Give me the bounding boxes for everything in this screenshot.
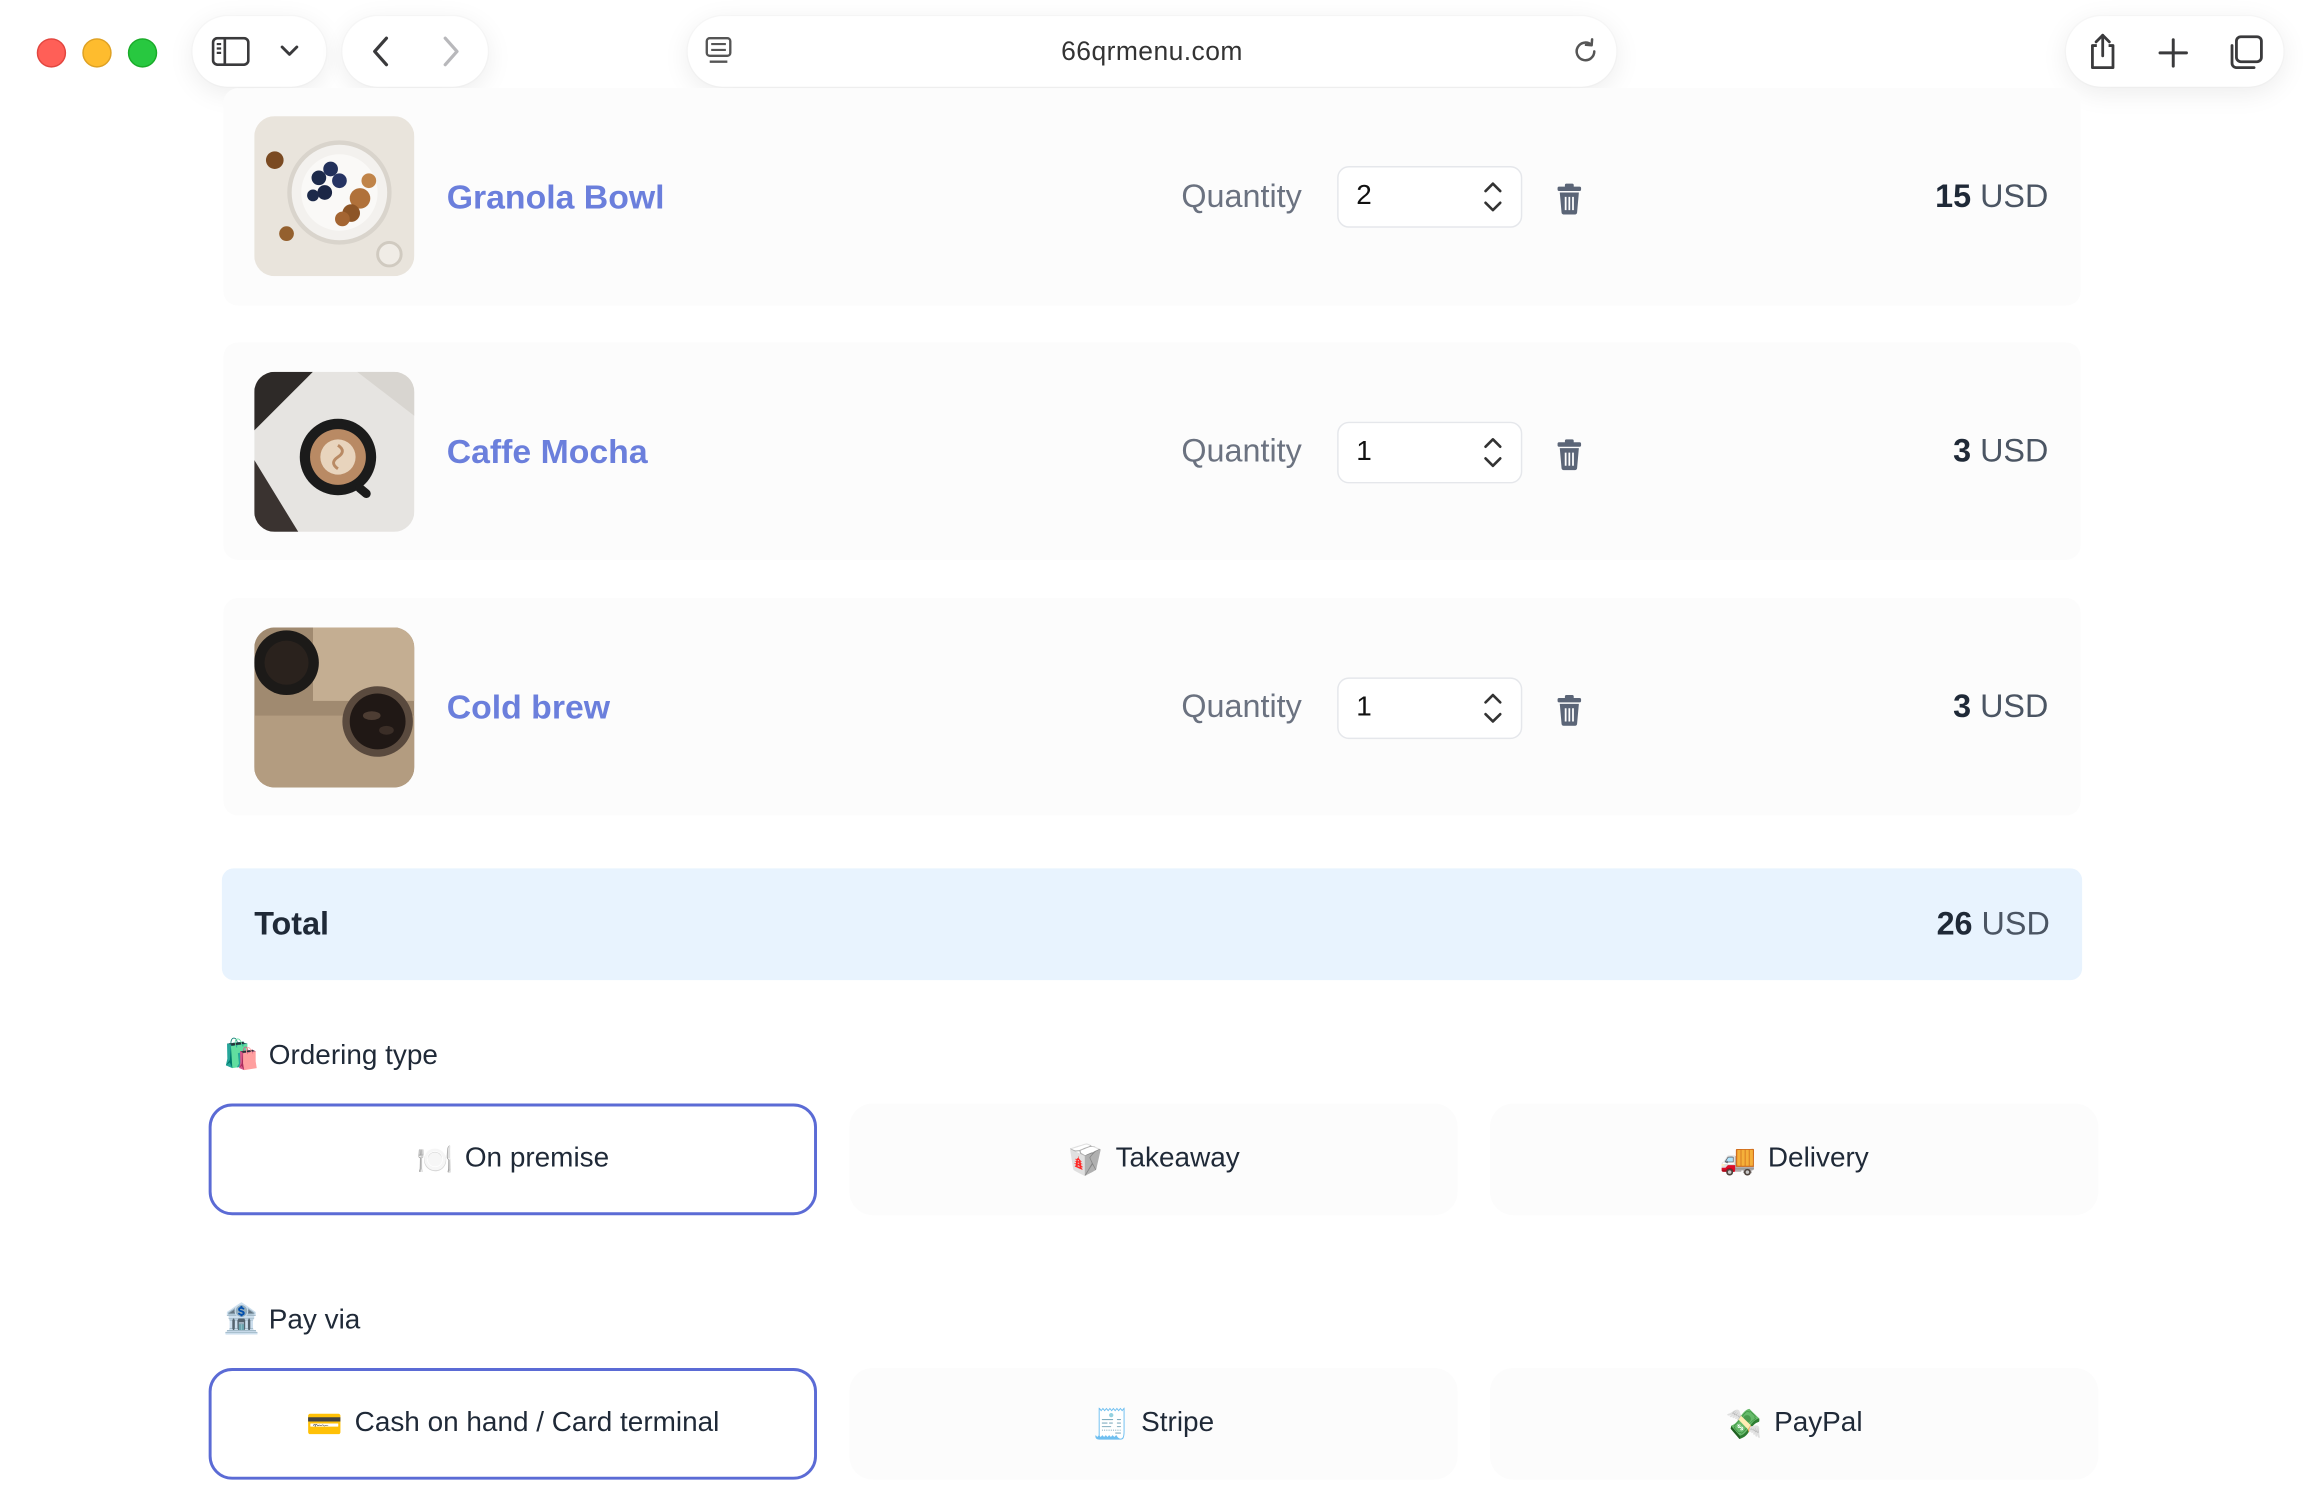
navigation-group [342, 16, 488, 87]
tab-overview-icon[interactable] [2225, 32, 2266, 73]
url-text[interactable]: 66qrmenu.com [688, 37, 1617, 68]
ordering-option-takeaway[interactable]: 🥡 Takeaway [849, 1103, 1458, 1216]
price-currency: USD [1980, 177, 2049, 215]
share-icon[interactable] [2084, 31, 2122, 72]
stepper-arrows-icon[interactable] [1483, 691, 1504, 726]
trash-icon[interactable] [1556, 182, 1582, 215]
price-amount: 3 [1953, 687, 1972, 725]
option-label: On premise [464, 1143, 610, 1175]
forward-icon[interactable] [433, 34, 468, 69]
back-icon[interactable] [363, 34, 398, 69]
close-window-button[interactable] [36, 38, 67, 68]
option-label: Cash on hand / Card terminal [354, 1407, 720, 1439]
payment-option-paypal[interactable]: 💸 PayPal [1489, 1368, 2099, 1480]
new-tab-icon[interactable] [2154, 34, 2192, 72]
item-price: 15 USD [1935, 178, 2048, 216]
reload-icon[interactable] [1569, 35, 1601, 67]
option-label: PayPal [1774, 1407, 1863, 1439]
item-name[interactable]: Granola Bowl [447, 178, 665, 218]
quantity-value[interactable]: 1 [1356, 436, 1372, 468]
ordering-type-heading: 🛍️ Ordering type [223, 1036, 438, 1073]
price-amount: 15 [1935, 177, 1972, 215]
quantity-label: Quantity [1181, 432, 1302, 469]
stepper-arrows-icon[interactable] [1483, 179, 1504, 214]
address-bar[interactable]: 66qrmenu.com [687, 16, 1617, 87]
bank-icon: 🏦 [223, 1303, 260, 1336]
receipt-icon: 🧾 [1092, 1408, 1130, 1441]
payment-option-stripe[interactable]: 🧾 Stripe [849, 1368, 1458, 1480]
sidebar-toggle-group [192, 16, 327, 87]
plate-icon: 🍽️ [416, 1143, 454, 1177]
quantity-value[interactable]: 2 [1356, 181, 1372, 213]
quantity-stepper[interactable]: 1 [1337, 677, 1523, 740]
item-price: 3 USD [1953, 688, 2048, 726]
trash-icon[interactable] [1556, 694, 1582, 726]
price-currency: USD [1980, 687, 2049, 725]
item-name[interactable]: Caffe Mocha [447, 432, 648, 472]
ordering-type-title: Ordering type [268, 1040, 438, 1072]
quantity-label: Quantity [1181, 687, 1302, 725]
option-label: Delivery [1767, 1143, 1869, 1175]
total-currency: USD [1981, 905, 2050, 942]
money-wings-icon: 💸 [1725, 1408, 1763, 1441]
chevron-down-icon[interactable] [275, 37, 304, 66]
total-price: 26 USD [1937, 905, 2050, 943]
stepper-arrows-icon[interactable] [1483, 435, 1504, 470]
toolbar-actions [2065, 16, 2284, 87]
cold-brew-image [254, 627, 415, 788]
cart-item-row: Granola Bowl Quantity 2 15 USD [223, 88, 2081, 306]
order-total: Total 26 USD [221, 868, 2083, 981]
pay-via-heading: 🏦 Pay via [223, 1300, 360, 1337]
item-name[interactable]: Cold brew [447, 688, 610, 728]
trash-icon[interactable] [1556, 438, 1582, 471]
price-amount: 3 [1953, 432, 1972, 469]
granola-bowl-image [254, 116, 415, 277]
sidebar-icon[interactable] [210, 34, 251, 69]
quantity-label: Quantity [1181, 177, 1302, 215]
ordering-option-on-premise[interactable]: 🍽️ On premise [208, 1103, 817, 1216]
total-amount: 26 [1936, 905, 1973, 942]
quantity-stepper[interactable]: 2 [1337, 166, 1523, 228]
total-label: Total [254, 905, 330, 942]
cart-item-row: Cold brew Quantity 1 3 USD [223, 598, 2081, 816]
ordering-option-delivery[interactable]: 🚚 Delivery [1489, 1103, 2099, 1216]
cart-item-row: Caffe Mocha Quantity 1 3 USD [223, 342, 2081, 560]
payment-option-cash[interactable]: 💳 Cash on hand / Card terminal [208, 1368, 817, 1480]
option-label: Stripe [1141, 1407, 1215, 1439]
shopping-bags-icon: 🛍️ [223, 1038, 260, 1072]
credit-card-icon: 💳 [306, 1408, 343, 1441]
caffe-mocha-image [254, 371, 415, 532]
takeout-box-icon: 🥡 [1067, 1143, 1104, 1177]
option-label: Takeaway [1115, 1143, 1240, 1175]
quantity-value[interactable]: 1 [1356, 692, 1372, 724]
delivery-truck-icon: 🚚 [1719, 1143, 1757, 1177]
window-controls [36, 38, 158, 68]
minimize-window-button[interactable] [82, 38, 112, 68]
zoom-window-button[interactable] [127, 38, 158, 68]
pay-via-title: Pay via [268, 1304, 361, 1336]
price-currency: USD [1980, 432, 2049, 469]
quantity-stepper[interactable]: 1 [1337, 421, 1523, 484]
item-price: 3 USD [1953, 432, 2048, 470]
